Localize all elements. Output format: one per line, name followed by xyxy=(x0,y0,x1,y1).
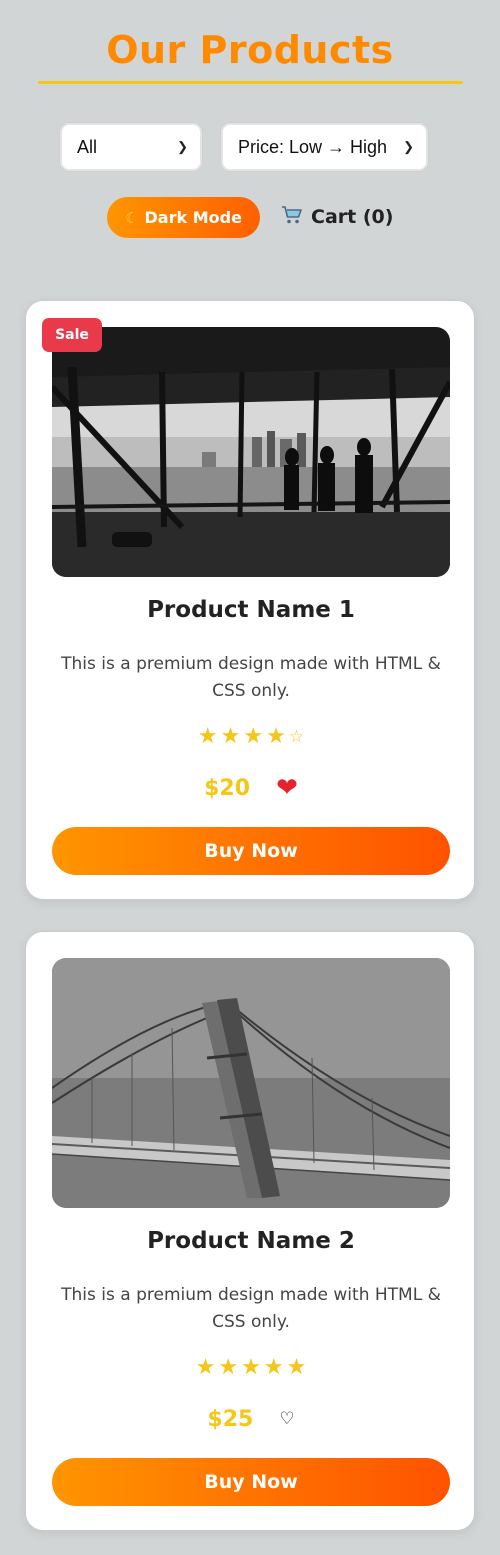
product-price: $20 xyxy=(204,775,251,801)
sort-value: Price: Low → High xyxy=(238,136,388,157)
star-filled-icon: ★ xyxy=(195,1355,216,1380)
star-filled-icon: ★ xyxy=(218,1355,239,1380)
category-filter-select[interactable]: All ❯ xyxy=(60,123,202,171)
product-image xyxy=(52,327,450,577)
cart-label: Cart (0) xyxy=(311,206,394,228)
chevron-down-icon: ❯ xyxy=(403,139,414,154)
cart-link[interactable]: Cart (0) xyxy=(281,201,393,233)
category-filter-value: All xyxy=(77,136,98,157)
price-row: $25 ♡ xyxy=(26,1406,476,1432)
product-price: $25 xyxy=(207,1406,254,1432)
star-filled-icon: ★ xyxy=(220,724,241,749)
product-name: Product Name 2 xyxy=(147,1228,355,1254)
page-title: Our Products xyxy=(106,28,394,72)
product-card: Product Name 2 This is a premium design … xyxy=(25,931,475,1531)
buy-now-button[interactable]: Buy Now xyxy=(52,827,450,875)
heart-outline-icon[interactable]: ♡ xyxy=(279,1406,294,1432)
dark-mode-label: Dark Mode xyxy=(144,208,242,227)
suspension-bridge-aerial-image xyxy=(52,958,450,1208)
title-underline xyxy=(38,81,463,84)
sort-select[interactable]: Price: Low → High ❯ xyxy=(221,123,428,171)
product-description: This is a premium design made with HTML … xyxy=(61,654,441,701)
product-name: Product Name 1 xyxy=(147,597,355,623)
star-filled-icon: ★ xyxy=(266,724,286,749)
star-empty-icon: ☆ xyxy=(288,727,305,747)
star-filled-icon: ★ xyxy=(286,1355,307,1380)
product-card: Sale Product Name 1 This is a premium de… xyxy=(25,300,475,900)
product-image xyxy=(52,958,450,1208)
star-rating: ★ ★ ★ ★ ☆ xyxy=(26,725,476,749)
buy-now-button[interactable]: Buy Now xyxy=(52,1458,450,1506)
product-description: This is a premium design made with HTML … xyxy=(61,1285,441,1332)
moon-icon: ☾ xyxy=(125,208,139,227)
star-filled-icon: ★ xyxy=(263,1355,284,1380)
office-city-view-image xyxy=(52,327,450,577)
star-filled-icon: ★ xyxy=(197,724,218,749)
heart-filled-icon[interactable]: ❤ xyxy=(276,775,298,801)
dark-mode-button[interactable]: ☾ Dark Mode xyxy=(107,197,260,238)
star-rating: ★ ★ ★ ★ ★ xyxy=(26,1356,476,1380)
price-row: $20 ❤ xyxy=(26,775,476,801)
chevron-down-icon: ❯ xyxy=(177,139,188,154)
star-filled-icon: ★ xyxy=(241,1355,261,1380)
sale-badge: Sale xyxy=(42,318,102,352)
star-filled-icon: ★ xyxy=(243,724,264,749)
cart-icon xyxy=(281,205,303,230)
